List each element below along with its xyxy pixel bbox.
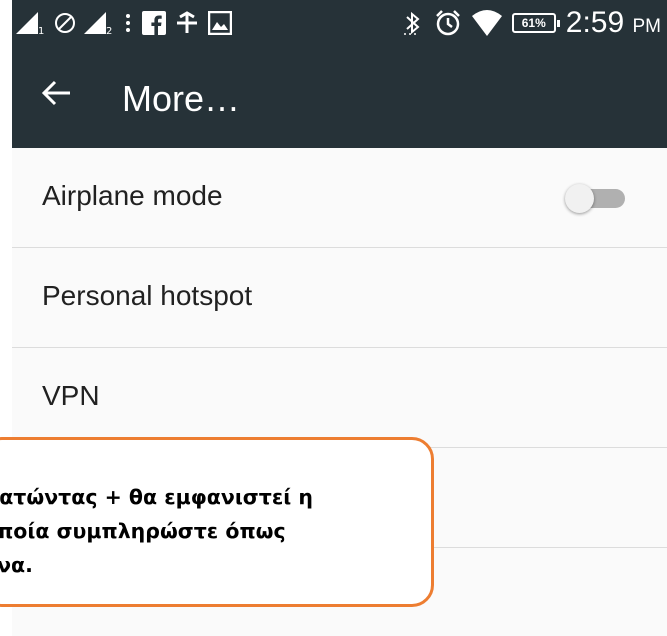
vpn-row[interactable]: VPN xyxy=(12,348,667,448)
bluetooth-icon xyxy=(403,11,420,35)
instruction-callout: πατώντας + θα εμφανιστεί η οποία συμπληρ… xyxy=(0,437,434,607)
page-title: More… xyxy=(122,78,241,119)
signal-icon: 1 xyxy=(16,12,44,34)
toggle-thumb xyxy=(565,184,594,213)
alarm-icon xyxy=(435,10,460,36)
personal-hotspot-label: Personal hotspot xyxy=(42,280,253,311)
vpn-label: VPN xyxy=(42,380,100,411)
personal-hotspot-row[interactable]: Personal hotspot xyxy=(12,248,667,348)
svg-text:1: 1 xyxy=(38,26,44,34)
facebook-icon xyxy=(142,11,166,35)
image-icon xyxy=(208,11,232,35)
status-bar: 1 2 61% 2:59 PM xyxy=(12,0,667,48)
airplane-mode-toggle[interactable] xyxy=(565,184,625,213)
status-icons-right: 61% 2:59 PM xyxy=(402,6,661,40)
airplane-mode-label: Airplane mode xyxy=(42,180,223,211)
battery-level: 61% xyxy=(521,16,546,30)
blocked-icon xyxy=(55,13,75,33)
clock: 2:59 PM xyxy=(566,6,661,40)
wifi-icon xyxy=(471,10,502,36)
chat-icon xyxy=(177,11,197,33)
signal-icon: 2 xyxy=(84,12,112,34)
app-bar: More… xyxy=(12,48,667,148)
clock-time: 2:59 xyxy=(565,6,625,39)
callout-text: πατώντας + θα εμφανιστεί η οποία συμπληρ… xyxy=(0,485,313,577)
airplane-mode-row[interactable]: Airplane mode xyxy=(12,148,667,248)
arrow-left-icon xyxy=(41,80,70,106)
status-icons-left: 1 2 xyxy=(16,8,232,38)
battery-icon: 61% xyxy=(511,13,560,33)
more-vert-icon xyxy=(126,14,130,32)
back-button[interactable] xyxy=(41,76,72,116)
svg-text:2: 2 xyxy=(106,26,112,34)
clock-ampm: PM xyxy=(632,16,662,37)
